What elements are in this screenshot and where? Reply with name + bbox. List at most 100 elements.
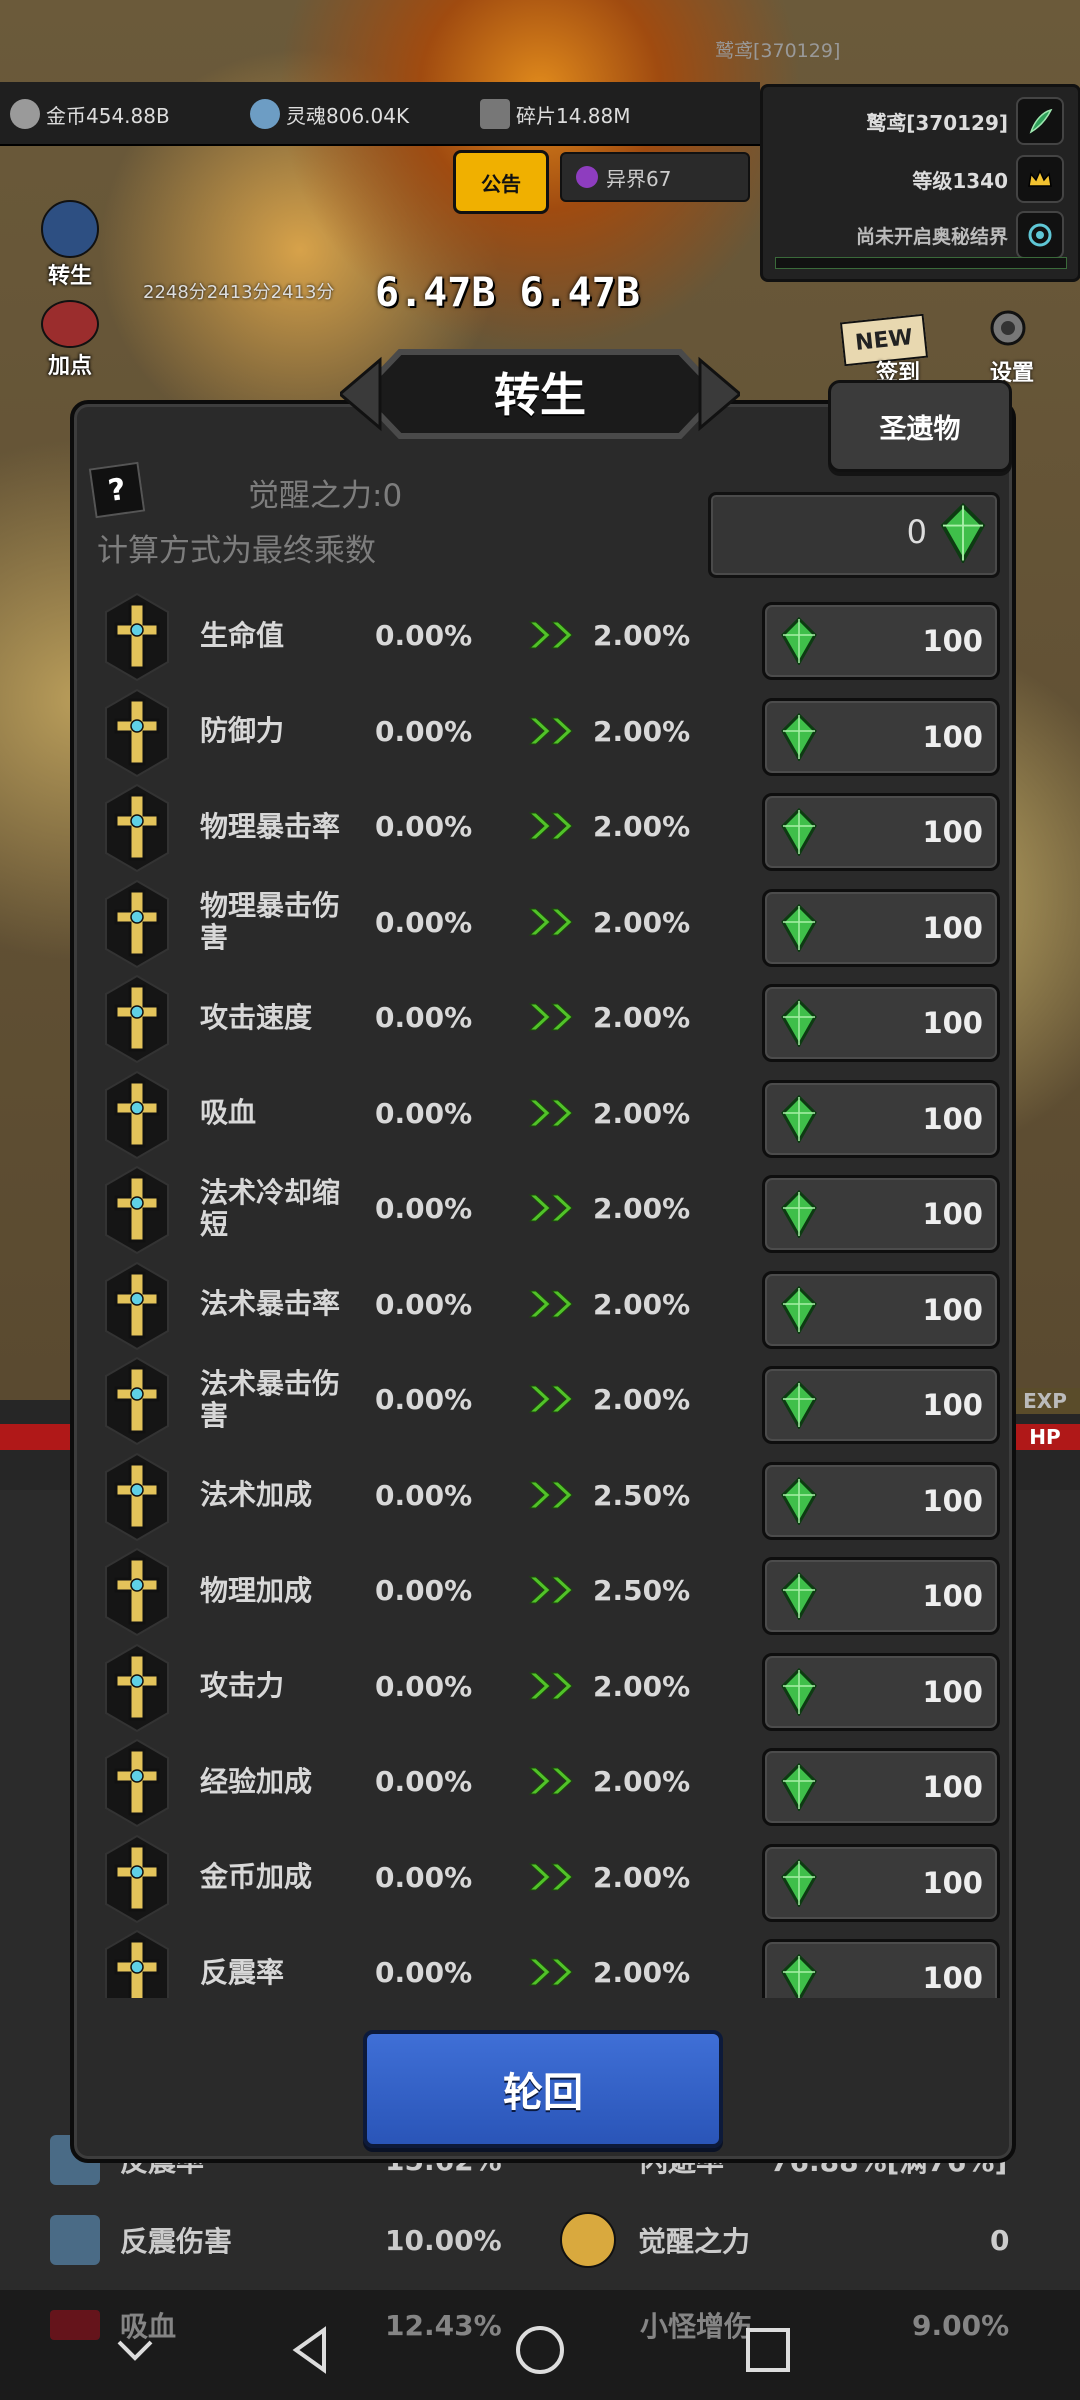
back-icon[interactable]: [280, 2320, 340, 2380]
upgrade-cost-button[interactable]: 100: [762, 1748, 1000, 1826]
double-arrow-icon: [528, 717, 573, 744]
green-gem-icon: [781, 1476, 817, 1525]
stat-current-value: 0.00%: [375, 714, 473, 748]
stat-name: 物理暴击率: [200, 809, 341, 843]
stat-next-value: 2.00%: [593, 1287, 691, 1321]
stat-current-value: 0.00%: [375, 905, 473, 939]
stat-row: 金币加成 0.00% 2.00% 100: [90, 1830, 1000, 1925]
stat-next-value: 2.00%: [593, 1860, 691, 1894]
upgrade-cost-button[interactable]: 100: [762, 697, 1000, 776]
awaken-icon: [560, 2212, 616, 2268]
resource-soul: 灵魂806.04K: [250, 92, 409, 136]
stat-label: 觉醒之力: [638, 2225, 751, 2258]
holy-cross-icon: [105, 1834, 169, 1923]
green-gem-icon: [781, 999, 817, 1047]
chevron-down-icon[interactable]: [105, 2320, 165, 2380]
upgrade-cost-button[interactable]: 100: [762, 602, 1000, 680]
rebirth-icon: [41, 200, 99, 258]
upgrade-cost-button[interactable]: 100: [762, 793, 1000, 871]
green-gem-icon: [940, 503, 986, 563]
upgrade-cost-button[interactable]: 100: [762, 1366, 1000, 1444]
stat-row: 法术加成 0.00% 2.50% 100: [90, 1448, 1000, 1543]
stat-row: 法术暴击率 0.00% 2.00% 100: [90, 1257, 1000, 1352]
stat-reflect-damage-value: 10.00%: [385, 2223, 502, 2257]
exp-bar: EXP: [1010, 1388, 1080, 1414]
relic-button[interactable]: 圣遗物: [828, 380, 1012, 472]
holy-cross-icon: [105, 1547, 169, 1637]
stat-current-value: 0.00%: [375, 1574, 473, 1607]
help-button[interactable]: ?: [88, 461, 146, 519]
holy-cross-icon: [105, 879, 169, 968]
upgrade-cost-button[interactable]: 100: [762, 1843, 1000, 1922]
stat-current-value: 0.00%: [375, 1669, 473, 1703]
stat-current-value: 0.00%: [375, 1096, 473, 1130]
gear-icon[interactable]: [980, 300, 1036, 356]
green-gem-icon: [781, 1667, 817, 1716]
stat-name: 法术冷却缩短: [200, 1175, 341, 1241]
soul-label: 灵魂806.04K: [286, 103, 410, 128]
shard-label: 碎片14.88M: [516, 103, 631, 128]
upgrade-cost-button[interactable]: 100: [762, 1175, 1000, 1253]
double-arrow-icon: [528, 1003, 573, 1031]
upgrade-cost-button[interactable]: 100: [762, 984, 1000, 1062]
home-icon[interactable]: [510, 2320, 570, 2380]
holy-cross-icon: [105, 1452, 169, 1541]
double-arrow-icon: [528, 1481, 573, 1508]
holy-cross-icon: [105, 1165, 169, 1255]
holy-cross-icon: [105, 1643, 169, 1732]
upgrade-cost-button[interactable]: 100: [762, 1079, 1000, 1158]
stat-row: 法术暴击伤害 0.00% 2.00% 100: [90, 1352, 1000, 1447]
player-level: 等级1340: [912, 168, 1008, 193]
stat-name: 生命值: [200, 618, 285, 652]
rebirth-menu-button[interactable]: 转生: [30, 200, 110, 290]
double-arrow-icon: [528, 1385, 573, 1413]
stat-name: 物理加成: [200, 1573, 313, 1607]
stat-current-value: 0.00%: [375, 1478, 473, 1512]
upgrade-cost-button[interactable]: 100: [762, 1461, 1000, 1540]
stat-row: 攻击力 0.00% 2.00% 100: [90, 1639, 1000, 1734]
realm-text: 尚未开启奥秘结界: [855, 225, 1008, 248]
green-gem-icon: [781, 808, 817, 856]
upgrade-cost-value: 100: [922, 1483, 983, 1518]
awaken-power-text: 觉醒之力:0: [248, 478, 403, 514]
shard-icon: [480, 99, 510, 129]
reflect-damage-icon: [50, 2215, 100, 2265]
green-gem-icon: [781, 1285, 817, 1334]
green-gem-icon: [781, 1190, 817, 1238]
upgrade-cost-button[interactable]: 100: [762, 1939, 1000, 1998]
holy-cross-icon: [105, 688, 169, 777]
double-arrow-icon: [528, 908, 573, 935]
stat-awaken-value: 0: [990, 2223, 1010, 2257]
green-gem-icon: [781, 903, 817, 952]
stat-next-value: 2.00%: [593, 1001, 691, 1034]
stat-next-value: 2.00%: [593, 1669, 691, 1703]
upgrade-cost-button[interactable]: 100: [762, 1652, 1000, 1731]
upgrade-cost-button[interactable]: 100: [762, 1270, 1000, 1349]
add-point-menu-button[interactable]: 加点: [30, 300, 110, 380]
green-gem-icon: [781, 1858, 817, 1907]
double-arrow-icon: [528, 1194, 573, 1222]
gem-total-box: 0: [708, 492, 1000, 578]
stat-next-value: 2.00%: [593, 1096, 691, 1130]
reincarnate-button[interactable]: 轮回: [363, 2030, 723, 2148]
upgrade-cost-value: 100: [922, 1101, 983, 1136]
recents-icon[interactable]: [738, 2320, 798, 2380]
portal-icon: [576, 166, 598, 188]
upgrade-cost-button[interactable]: 100: [762, 888, 1000, 967]
stat-row: 攻击速度 0.00% 2.00% 100: [90, 970, 1000, 1065]
stat-upgrade-list[interactable]: 生命值 0.00% 2.00% 100 防御力 0.00% 2.00% 100 物理暴击率 0.0…: [90, 588, 1000, 1998]
upgrade-cost-button[interactable]: 100: [762, 1557, 1000, 1635]
add-point-menu-label: 加点: [47, 354, 92, 379]
green-gem-icon: [781, 1763, 817, 1811]
stat-row: 物理暴击伤害 0.00% 2.00% 100: [90, 875, 1000, 970]
stat-row: 经验加成 0.00% 2.00% 100: [90, 1734, 1000, 1829]
world-button[interactable]: 异界67: [560, 152, 750, 202]
stat-row: 法术冷却缩短 0.00% 2.00% 100: [90, 1161, 1000, 1256]
stat-current-value: 0.00%: [375, 1765, 473, 1798]
stat-row: 生命值 0.00% 2.00% 100: [90, 588, 1000, 683]
holy-cross-icon: [105, 783, 169, 873]
player-panel[interactable]: 鹫鸢[370129] 等级1340 尚未开启奥秘结界: [760, 84, 1080, 282]
damage-number: 6.47B 6.47B: [375, 270, 640, 316]
notice-button[interactable]: 公告: [453, 150, 549, 214]
upgrade-cost-value: 100: [922, 1579, 983, 1613]
